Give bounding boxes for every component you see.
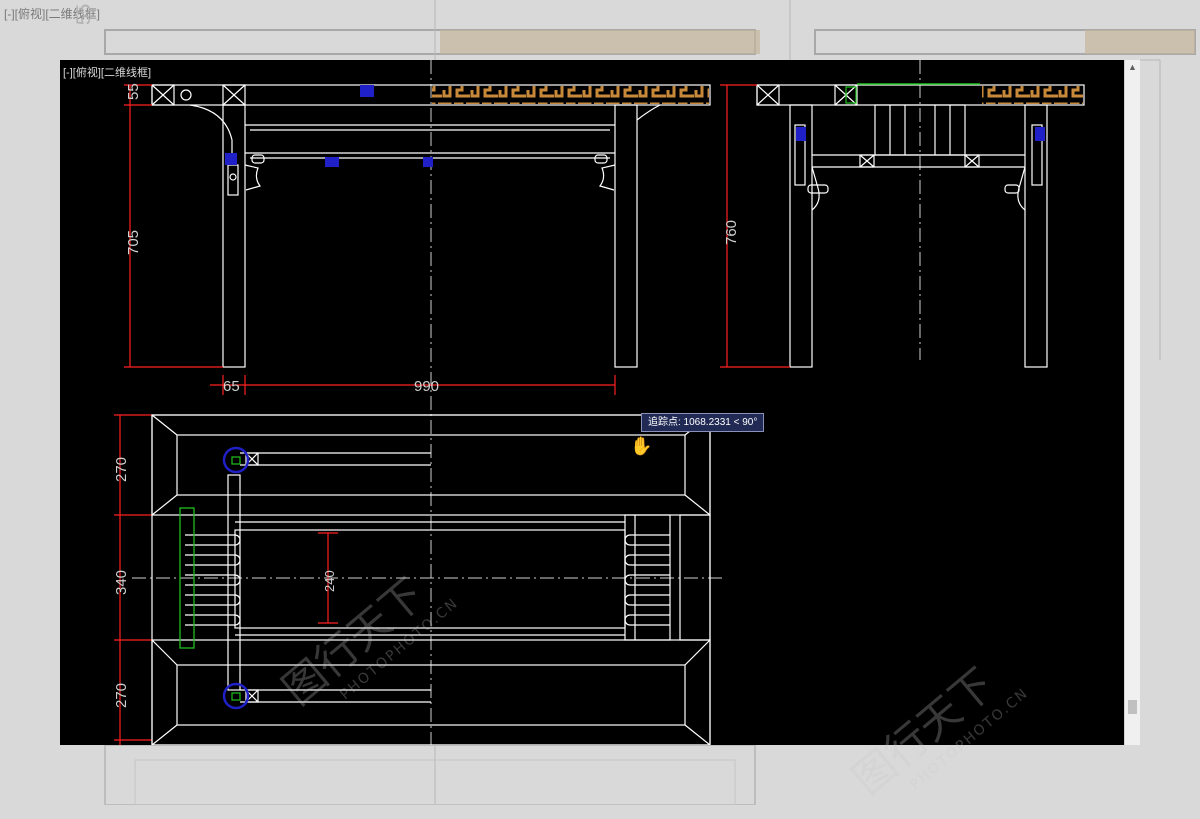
dim-270-bottom: 270 bbox=[113, 683, 130, 708]
dim-760: 760 bbox=[723, 220, 740, 245]
cad-viewport[interactable]: [-][俯视][二维线框] 55 705 65 990 760 270 340 … bbox=[60, 60, 1140, 745]
scroll-thumb[interactable] bbox=[1128, 700, 1137, 714]
dim-55: 55 bbox=[125, 83, 142, 100]
dimension-texts: 55 705 65 990 760 270 340 270 240 bbox=[113, 83, 740, 708]
scroll-up-icon[interactable]: ▲ bbox=[1125, 62, 1140, 72]
viewport-label[interactable]: [-][俯视][二维线框] bbox=[63, 64, 151, 80]
dim-270-top: 270 bbox=[113, 457, 130, 482]
dim-65: 65 bbox=[223, 378, 240, 395]
vertical-scrollbar[interactable]: ▲ bbox=[1124, 60, 1140, 745]
dim-990: 990 bbox=[414, 378, 439, 395]
tracking-point-tooltip: 追踪点: 1068.2331 < 90° bbox=[641, 413, 765, 432]
dim-705: 705 bbox=[125, 230, 142, 255]
hand-cursor-icon: ✋ bbox=[630, 436, 653, 456]
dim-340: 340 bbox=[113, 570, 130, 595]
background-dimension: 55 bbox=[74, 3, 95, 25]
cad-drawing[interactable]: 55 705 65 990 760 270 340 270 240 bbox=[60, 60, 1125, 745]
center-lines bbox=[132, 60, 921, 745]
dim-240: 240 bbox=[322, 570, 337, 592]
